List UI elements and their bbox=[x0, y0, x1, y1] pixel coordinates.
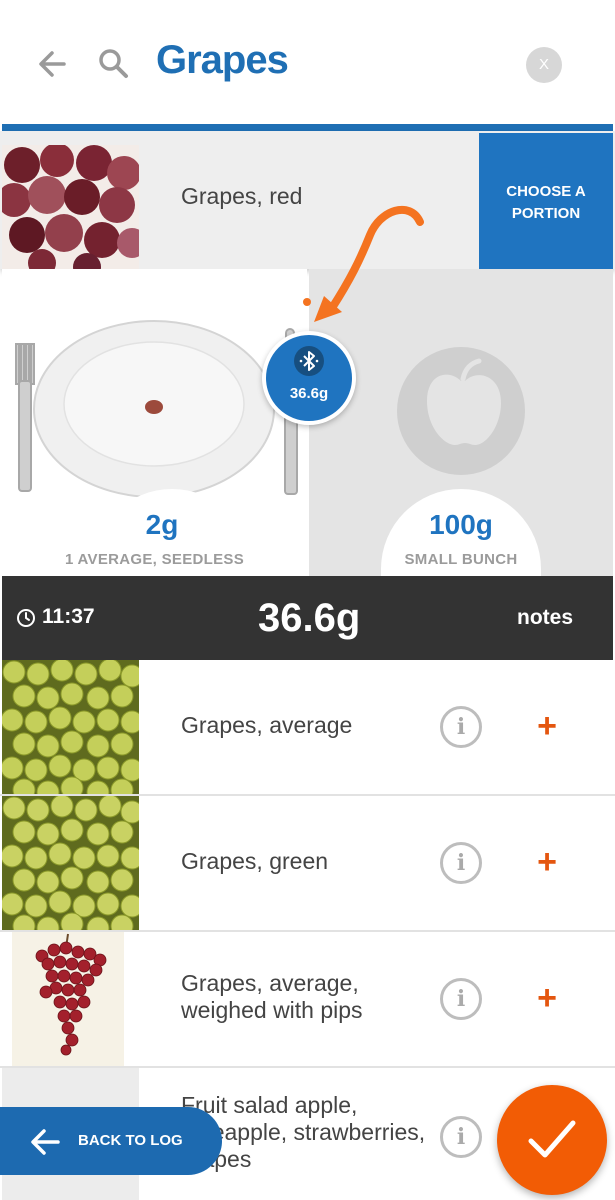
food-name: Grapes, green bbox=[181, 848, 329, 874]
portion-description: SMALL BUNCH bbox=[404, 551, 518, 568]
back-to-log-button[interactable]: BACK TO LOG bbox=[0, 1107, 222, 1175]
scale-reading-button[interactable]: 36.6g bbox=[262, 331, 356, 425]
scale-weight: 36.6g bbox=[289, 385, 329, 402]
info-icon[interactable]: i bbox=[440, 1116, 482, 1158]
red-grapes-image bbox=[2, 145, 139, 269]
list-item[interactable]: Grapes, average i + bbox=[0, 660, 615, 796]
info-icon[interactable]: i bbox=[440, 706, 482, 748]
plate-image bbox=[2, 269, 307, 499]
plus-icon[interactable]: + bbox=[530, 842, 564, 882]
info-icon[interactable]: i bbox=[440, 842, 482, 884]
selected-food-row[interactable]: Grapes, red CHOOSE A PORTION bbox=[0, 131, 615, 269]
log-time[interactable]: 11:37 bbox=[42, 605, 95, 629]
header: Grapes X bbox=[0, 0, 615, 124]
list-item[interactable]: Grapes, green i + bbox=[0, 796, 615, 932]
page-title: Grapes bbox=[156, 38, 289, 82]
back-to-log-label: BACK TO LOG bbox=[78, 1132, 183, 1149]
search-icon[interactable] bbox=[96, 46, 130, 80]
plus-icon[interactable]: + bbox=[530, 706, 564, 746]
confirm-button[interactable] bbox=[497, 1085, 607, 1195]
portion-option-small-bunch[interactable]: 100g SMALL BUNCH bbox=[309, 269, 613, 576]
portion-description: 1 AVERAGE, SEEDLESS bbox=[64, 551, 245, 568]
time-bar: 11:37 36.6g notes bbox=[2, 576, 613, 660]
selected-food-name: Grapes, red bbox=[181, 183, 303, 209]
plus-icon[interactable]: + bbox=[530, 978, 564, 1018]
header-divider bbox=[2, 124, 613, 131]
red-grape-bunch-image bbox=[2, 932, 139, 1066]
info-icon[interactable]: i bbox=[440, 978, 482, 1020]
back-arrow-icon bbox=[31, 1129, 60, 1155]
list-item[interactable]: Grapes, average, weighed with pips i + bbox=[0, 932, 615, 1068]
back-arrow-icon[interactable] bbox=[34, 44, 74, 84]
portion-amount: 2g bbox=[145, 509, 179, 540]
check-icon bbox=[528, 1120, 576, 1158]
portion-amount: 100g bbox=[429, 509, 493, 540]
clear-search-button[interactable]: X bbox=[526, 47, 562, 83]
portion-option-average[interactable]: 2g 1 AVERAGE, SEEDLESS bbox=[2, 269, 307, 576]
notes-button[interactable]: notes bbox=[517, 606, 573, 630]
green-grapes-image bbox=[2, 796, 139, 930]
green-grapes-image bbox=[2, 660, 139, 794]
bluetooth-icon bbox=[294, 346, 324, 376]
clock-icon bbox=[17, 609, 35, 627]
food-name: Grapes, average, weighed with pips bbox=[181, 970, 363, 1023]
food-name: Grapes, average bbox=[181, 712, 353, 738]
total-weight: 36.6g bbox=[258, 596, 361, 640]
choose-portion-button[interactable]: CHOOSE A PORTION bbox=[479, 133, 613, 269]
